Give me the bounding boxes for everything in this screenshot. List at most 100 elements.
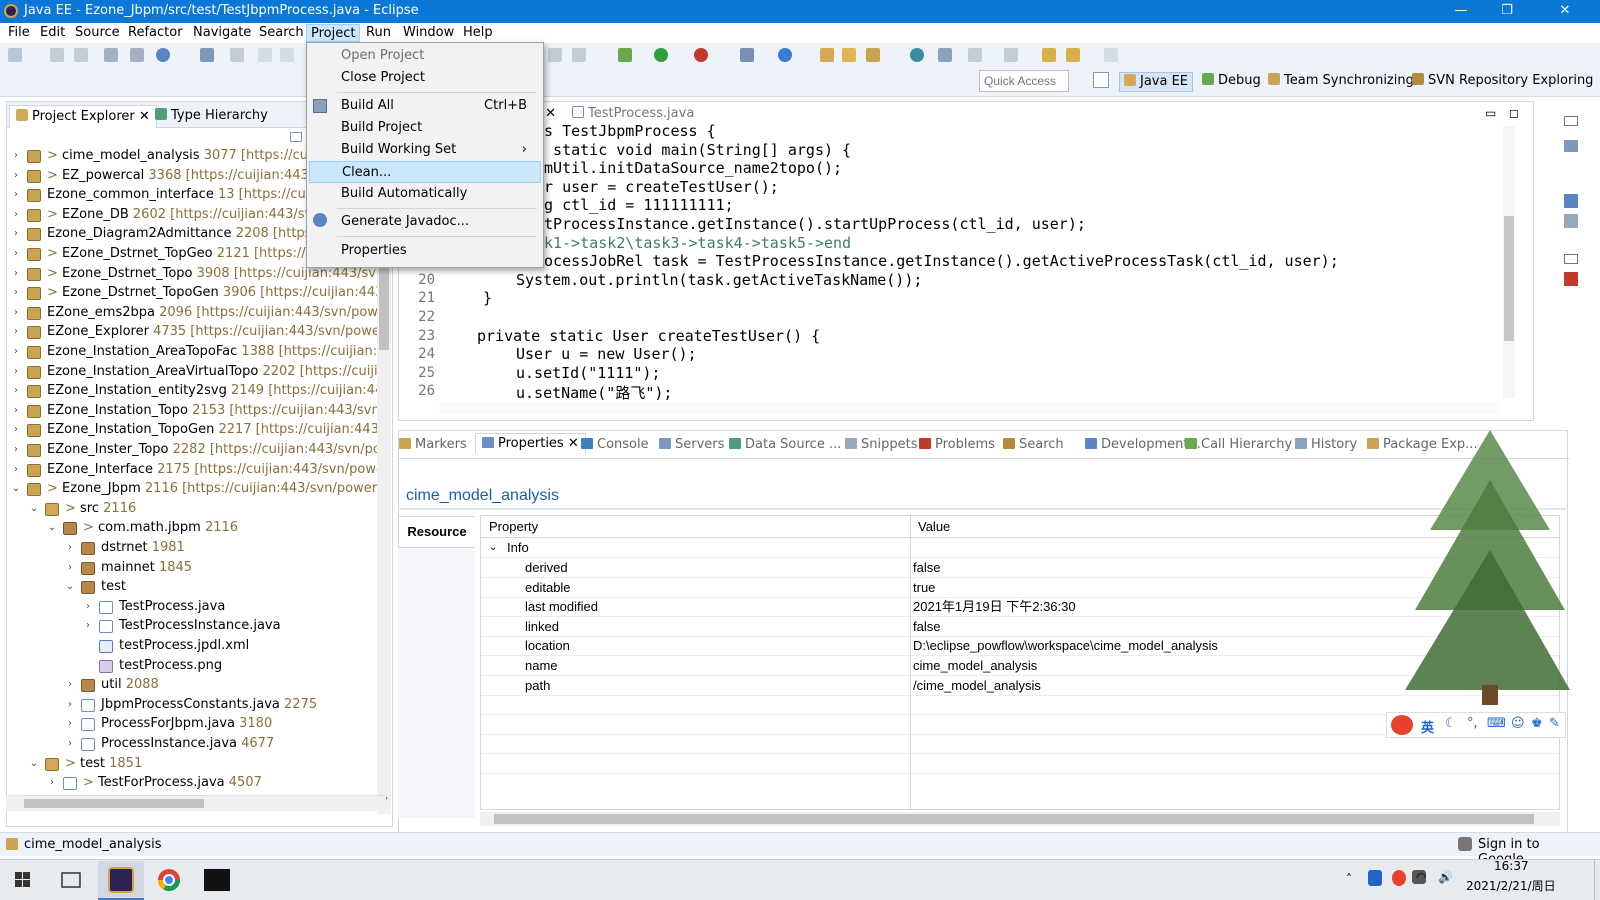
property-row[interactable]: name cime_model_analysis bbox=[481, 656, 1559, 676]
show-desktop-button[interactable] bbox=[1594, 860, 1600, 900]
debug-icon[interactable] bbox=[618, 48, 632, 62]
tree-item[interactable]: › > TestForProcess.java 4507 bbox=[7, 773, 379, 793]
tab-type-hierarchy[interactable]: Type Hierarchy bbox=[149, 105, 274, 128]
code-line[interactable]: mmUtil.initDataSource_name2topo(); bbox=[535, 159, 842, 177]
collapsed-chevron-icon[interactable]: › bbox=[11, 401, 21, 421]
collapsed-chevron-icon[interactable]: › bbox=[47, 773, 57, 793]
tree-item[interactable]: › JbpmProcessConstants.java 2275 bbox=[7, 695, 379, 715]
tree-item[interactable]: › EZone_Instation_entity2svg 2149 [https:… bbox=[7, 381, 379, 401]
tab-markers[interactable]: Markers bbox=[399, 437, 467, 452]
palette-icon[interactable] bbox=[1564, 272, 1578, 286]
tree-item[interactable]: › EZone_Explorer 4735 [https://cuijian:44… bbox=[7, 322, 379, 342]
tree-item[interactable]: › dstrnet 1981 bbox=[7, 538, 379, 558]
web-browser-icon[interactable] bbox=[910, 48, 924, 62]
open-folder-icon[interactable] bbox=[842, 48, 856, 62]
new-java-class-icon[interactable] bbox=[778, 48, 792, 62]
menu-item-close-project[interactable]: Close Project bbox=[309, 67, 541, 89]
property-row[interactable]: editable true bbox=[481, 578, 1559, 598]
annotation-icon[interactable] bbox=[938, 48, 952, 62]
tab-development[interactable]: Development... bbox=[1085, 437, 1201, 452]
collapsed-chevron-icon[interactable]: › bbox=[65, 558, 75, 578]
collapsed-chevron-icon[interactable]: › bbox=[11, 420, 21, 440]
code-line[interactable]: System.out.println(task.getActiveTaskNam… bbox=[516, 271, 922, 289]
search-toolbar-icon[interactable] bbox=[866, 48, 880, 62]
expanded-chevron-icon[interactable]: ⌄ bbox=[29, 499, 39, 519]
collapsed-chevron-icon[interactable]: › bbox=[11, 166, 21, 186]
property-row[interactable]: location D:\eclipse_powflow\workspace\cim… bbox=[481, 636, 1559, 657]
code-line[interactable]: private static User createTestUser() { bbox=[477, 327, 820, 345]
maximize-button[interactable]: ❐ bbox=[1484, 0, 1530, 23]
code-line[interactable]: ss TestJbpmProcess { bbox=[535, 122, 716, 140]
property-row[interactable]: linked false bbox=[481, 617, 1559, 637]
tab-data-source[interactable]: Data Source ... bbox=[729, 437, 841, 452]
tab-resource[interactable]: Resource bbox=[398, 516, 475, 548]
clock-date[interactable]: 2021/2/21/周日 bbox=[1466, 877, 1556, 894]
tree-item[interactable]: › EZone_Inster_Topo 2282 [https://cuijian… bbox=[7, 440, 379, 460]
code-line[interactable]: u.setId("1111"); bbox=[516, 364, 661, 382]
collapsed-chevron-icon[interactable]: › bbox=[83, 597, 93, 617]
maximize-editor-icon[interactable]: ◻ bbox=[1509, 106, 1519, 120]
punctuation-icon[interactable]: °, bbox=[1467, 716, 1478, 731]
tray-expand-icon[interactable]: ˄ bbox=[1346, 872, 1352, 886]
menu-item-build-all[interactable]: Build All Ctrl+B bbox=[309, 95, 541, 117]
tree-item[interactable]: › ProcessForJbpm.java 3180 bbox=[7, 714, 379, 734]
collapsed-chevron-icon[interactable]: › bbox=[11, 146, 21, 166]
sogou-logo-icon[interactable] bbox=[1391, 715, 1413, 735]
tree-item[interactable]: testProcess.png bbox=[7, 656, 379, 676]
expanded-chevron-icon[interactable]: ⌄ bbox=[47, 518, 57, 538]
clock-time[interactable]: 16:37 bbox=[1494, 859, 1529, 873]
tree-item[interactable]: › EZone_Instation_Topo 2153 [https://cuij… bbox=[7, 401, 379, 421]
properties-h-scrollbar[interactable] bbox=[480, 812, 1560, 826]
eclipse-taskbar-icon[interactable] bbox=[98, 861, 144, 900]
start-button[interactable] bbox=[0, 861, 46, 900]
tab-project-explorer[interactable]: Project Explorer ✕ bbox=[9, 105, 157, 128]
collapsed-chevron-icon[interactable]: › bbox=[11, 303, 21, 323]
expanded-chevron-icon[interactable]: ⌄ bbox=[11, 479, 21, 499]
collapsed-chevron-icon[interactable]: › bbox=[11, 224, 21, 244]
code-editor[interactable]: a ✕ TestProcess.java ▭ ◻ ss TestJbpmProc… bbox=[398, 101, 1534, 421]
collapsed-chevron-icon[interactable]: › bbox=[11, 440, 21, 460]
collapsed-chevron-icon[interactable]: › bbox=[83, 616, 93, 636]
tree-item[interactable]: ⌄ > Ezone_Jbpm 2116 [https://cuijian:443/… bbox=[7, 479, 379, 499]
collapsed-chevron-icon[interactable]: › bbox=[11, 185, 21, 205]
tree-item[interactable]: › EZone_Interface 2175 [https://cuijian:4… bbox=[7, 460, 379, 480]
perspective-svn[interactable]: SVN Repository Exploring bbox=[1408, 72, 1597, 92]
code-line[interactable]: sk1->task2\task3->task4->task5->end bbox=[535, 234, 851, 252]
collapsed-chevron-icon[interactable]: › bbox=[11, 283, 21, 303]
collapsed-chevron-icon[interactable]: › bbox=[11, 342, 21, 362]
editor-scroll-thumb[interactable] bbox=[1504, 216, 1514, 341]
menu-navigate[interactable]: Navigate bbox=[189, 24, 255, 42]
google-icon[interactable] bbox=[1458, 837, 1472, 851]
tree-item[interactable]: testProcess.jpdl.xml bbox=[7, 636, 379, 656]
keyboard-icon[interactable]: ⌨ bbox=[1487, 716, 1506, 731]
tree-item[interactable]: ⌄ > test 1851 bbox=[7, 754, 379, 774]
collapsed-chevron-icon[interactable]: › bbox=[11, 381, 21, 401]
tab-console[interactable]: Console bbox=[581, 437, 649, 452]
collapsed-chevron-icon[interactable]: › bbox=[11, 362, 21, 382]
outline-icon[interactable] bbox=[1564, 140, 1578, 152]
tree-item[interactable]: › util 2088 bbox=[7, 675, 379, 695]
collapsed-chevron-icon[interactable]: › bbox=[65, 714, 75, 734]
wrench-icon[interactable]: ✎ bbox=[1549, 716, 1560, 731]
tab-history[interactable]: History bbox=[1295, 437, 1357, 452]
collapsed-chevron-icon[interactable]: › bbox=[11, 460, 21, 480]
run-external-icon[interactable] bbox=[694, 48, 708, 62]
menu-window[interactable]: Window bbox=[399, 24, 458, 42]
resume-icon[interactable] bbox=[258, 48, 272, 62]
collapsed-chevron-icon[interactable]: › bbox=[11, 322, 21, 342]
menu-item-build-automatically[interactable]: Build Automatically bbox=[309, 183, 541, 205]
collapsed-chevron-icon[interactable]: › bbox=[65, 734, 75, 754]
code-line[interactable]: stProcessInstance.getInstance().startUpP… bbox=[535, 215, 1086, 233]
pin-icon[interactable] bbox=[230, 48, 244, 62]
code-line[interactable]: } bbox=[483, 289, 492, 307]
tree-item[interactable]: › Ezone_Instation_AreaVirtualTopo 2202 [h… bbox=[7, 362, 379, 382]
collapse-all-icon[interactable] bbox=[290, 132, 302, 142]
skin-icon[interactable]: ♚ bbox=[1531, 716, 1543, 731]
code-line[interactable]: er user = createTestUser(); bbox=[535, 178, 779, 196]
tree-item[interactable]: › ProcessInstance.java 4677 bbox=[7, 734, 379, 754]
column-property[interactable]: Property bbox=[489, 516, 538, 538]
tab-snippets[interactable]: Snippets bbox=[845, 437, 917, 452]
menu-edit[interactable]: Edit bbox=[36, 24, 69, 42]
collapsed-chevron-icon[interactable]: › bbox=[11, 244, 21, 264]
tree-item[interactable]: ⌄ > com.math.jbpm 2116 bbox=[7, 518, 379, 538]
